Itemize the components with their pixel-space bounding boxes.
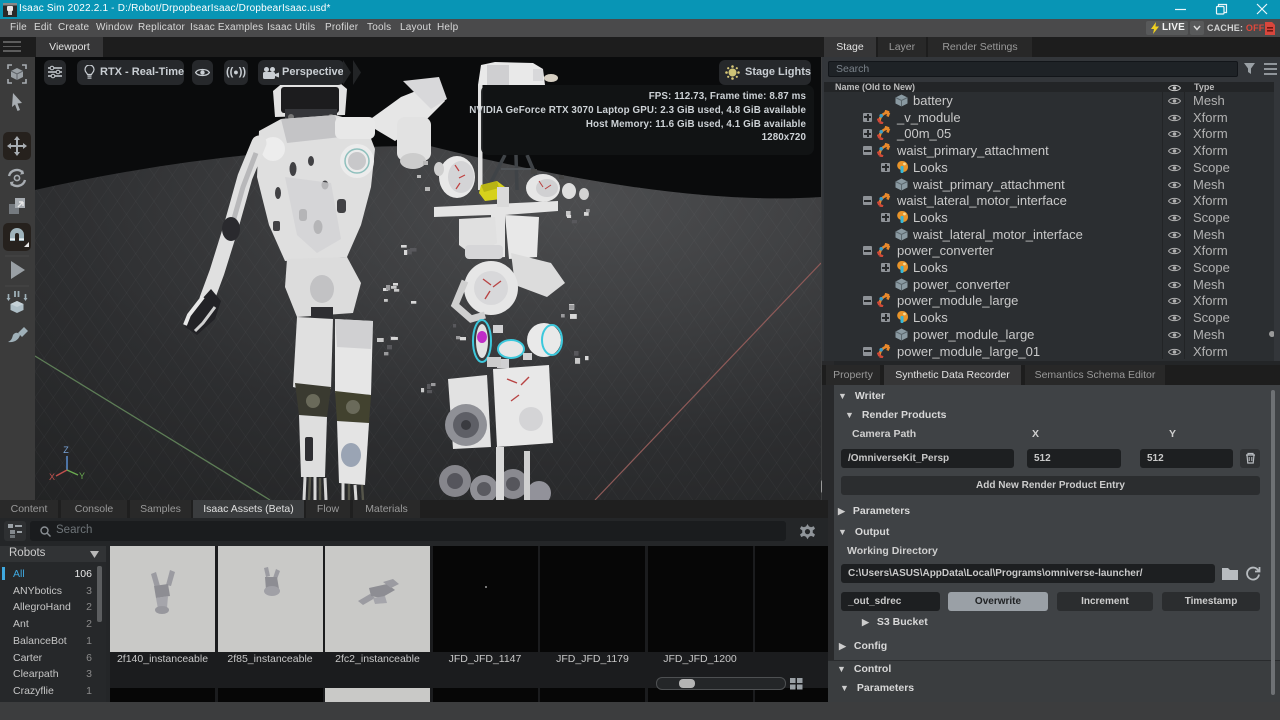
svg-text:X: X (49, 472, 55, 482)
svg-text:Z: Z (63, 445, 69, 455)
svg-text:Y: Y (79, 471, 85, 481)
